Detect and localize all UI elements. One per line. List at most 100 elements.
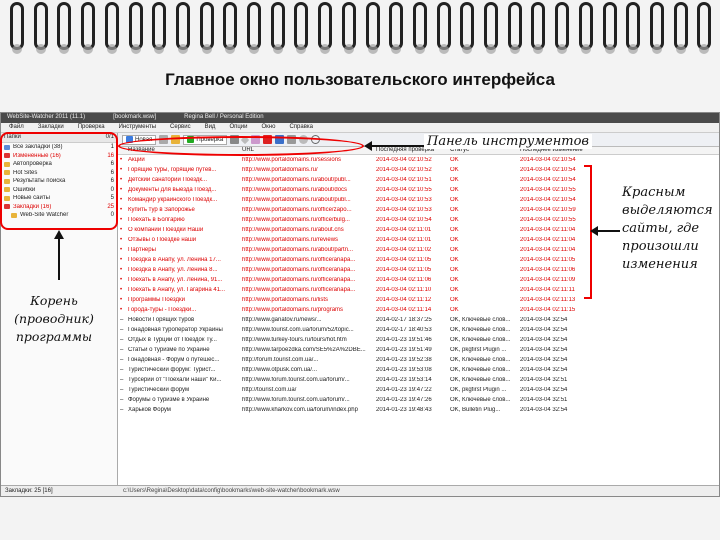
cell-name: Отзывы о Поездке наши	[128, 237, 197, 243]
cell-url: http://www.portaldomains.ru/about/partn.…	[242, 247, 354, 253]
spiral-ring	[318, 2, 333, 50]
annotation-line: изменения	[622, 257, 698, 272]
table-row[interactable]: – Харьков Форум http://www.kharkov.com.ua/…	[118, 405, 719, 415]
menu-item[interactable]: Справка	[289, 124, 313, 131]
cell-check: 2014-01-23 19:47:26	[376, 397, 432, 403]
cell-status: OK	[450, 307, 459, 313]
cell-changed: 2014-03-04 02:11:15	[520, 307, 576, 313]
table-row[interactable]: – Отдых в Турции от Поездок Ту... http://w…	[118, 335, 719, 345]
table-row[interactable]: • Горящие туры, горящие путев... http://ww…	[118, 165, 719, 175]
cell-status: OK	[450, 187, 459, 193]
cell-check: 2014-03-04 02:11:06	[376, 277, 432, 283]
cell-changed: 2014-03-04 32:54	[520, 407, 568, 413]
cell-check: 2014-03-04 02:11:12	[376, 297, 432, 303]
cell-name: Поездка в Анапу, ул. Ленина 8...	[128, 267, 218, 273]
cell-url: http://www.forum.tourist.com.ua/forum/..…	[242, 397, 350, 403]
cell-name: Туристический форум	[128, 387, 190, 393]
cell-status: OK, Ключевые слов...	[450, 377, 511, 383]
cell-changed: 2014-03-04 02:10:54	[520, 197, 576, 203]
table-row[interactable]: – Форумы о туризме в Украине http://www.fo…	[118, 395, 719, 405]
root-arrow-icon	[54, 230, 64, 280]
menu-item[interactable]: Инструменты	[119, 124, 156, 131]
cell-status: OK	[450, 247, 459, 253]
cell-url: http://www.portaldomains.ru/lists	[242, 297, 329, 303]
table-row[interactable]: – Статьи о туризме по Украине http://www.t…	[118, 345, 719, 355]
row-marker: –	[120, 397, 124, 403]
cell-changed: 2014-03-04 02:10:55	[520, 217, 576, 223]
table-row[interactable]: – Гонадовная туроператор Украины http://ww…	[118, 325, 719, 335]
spiral-ring	[57, 2, 72, 50]
cell-changed: 2014-03-04 02:11:06	[520, 267, 576, 273]
row-marker: •	[120, 207, 123, 213]
menu-item[interactable]: Закладки	[38, 124, 64, 131]
table-row[interactable]: – Гонадовная - Форум о путешес... http://f…	[118, 355, 719, 365]
cell-changed: 2014-03-04 32:54	[520, 337, 568, 343]
window-tab[interactable]: [bookmark.wsw]	[113, 114, 156, 122]
cell-changed: 2014-03-04 02:10:54	[520, 177, 576, 183]
menu-item[interactable]: Проверка	[78, 124, 105, 131]
row-marker: •	[120, 307, 123, 313]
spiral-ring	[10, 2, 24, 50]
annotation-line: Корень	[30, 293, 78, 308]
spiral-ring	[649, 2, 664, 50]
cell-name: Гонадовная туроператор Украины	[128, 327, 223, 333]
cell-url: http://www.portaldomains.ru/office/anapa…	[242, 287, 356, 293]
row-marker: •	[120, 167, 123, 173]
spiral-ring	[199, 2, 214, 50]
table-row[interactable]: – Новости Горящих туров http://www.ganatov…	[118, 315, 719, 325]
cell-name: Документы для выезда Поезд...	[128, 187, 217, 193]
cell-url: http://www.portaldomains.ru/about/docs	[242, 187, 348, 193]
cell-url: http://www.portaldomains.ru/programs	[242, 307, 344, 313]
row-marker: –	[120, 357, 124, 363]
table-row[interactable]: • Поехать в Анапу, ул. Гагарина 41... http…	[118, 285, 719, 295]
cell-url: http://www.portaldomains.ru/about/publ..…	[242, 177, 351, 183]
spiral-ring	[341, 2, 356, 50]
row-marker: •	[120, 197, 123, 203]
menu-item[interactable]: Окно	[262, 124, 276, 131]
cell-changed: 2014-03-04 02:10:59	[520, 207, 576, 213]
toolbar-annotation: Панель инструментов	[424, 134, 592, 149]
row-marker: •	[120, 157, 123, 163]
changed-rows-arrow-icon	[590, 226, 620, 236]
cell-status: OK, Bulletin Plug...	[450, 407, 501, 413]
cell-changed: 2014-03-04 32:54	[520, 387, 568, 393]
cell-status: OK, Ключевые слов...	[450, 327, 511, 333]
row-marker: •	[120, 277, 123, 283]
cell-check: 2014-02-17 18:40:53	[376, 327, 432, 333]
cell-url: http://www.portaldomains.ru/about.cns	[242, 227, 344, 233]
menu-item[interactable]: Опции	[229, 124, 247, 131]
cell-name: Поехать в Анапу, ул. Ленина, 91...	[128, 277, 223, 283]
table-row[interactable]: • Поехать в Анапу, ул. Ленина, 91... http:…	[118, 275, 719, 285]
cell-status: OK, Ключевые слов...	[450, 367, 511, 373]
spiral-ring	[697, 2, 712, 50]
row-marker: –	[120, 367, 124, 373]
spiral-ring	[673, 2, 688, 50]
cell-status: OK, Ключевые слов...	[450, 317, 511, 323]
cell-name: Города-туры - Поездки...	[128, 307, 197, 313]
row-marker: –	[120, 377, 124, 383]
cell-check: 2014-03-04 02:10:55	[376, 187, 432, 193]
cell-status: OK	[450, 197, 459, 203]
cell-changed: 2014-03-04 02:10:54	[520, 157, 576, 163]
cell-url: http://www.portaldomains.ru/sessions	[242, 157, 342, 163]
menu-item[interactable]: Вид	[205, 124, 216, 131]
spiral-ring	[270, 2, 285, 50]
table-row[interactable]: • Программы Поездки http://www.portaldomai…	[118, 295, 719, 305]
spiral-ring	[531, 2, 546, 50]
cell-url: http://tourist.com.ua/	[242, 387, 297, 393]
cell-status: OK, Ключевые слов...	[450, 397, 511, 403]
cell-check: 2014-03-04 02:11:10	[376, 287, 432, 293]
menu-item[interactable]: Файл	[9, 124, 24, 131]
table-row[interactable]: • Акции http://www.portaldomains.ru/sessio…	[118, 155, 719, 165]
table-row[interactable]: – Туристический форум: Турист... http://ww…	[118, 365, 719, 375]
table-row[interactable]: – Турсерии от "Поехали наши" Ки... http://…	[118, 375, 719, 385]
cell-name: Поехать в Болгарию	[128, 217, 185, 223]
table-row[interactable]: – Туристический форум http://tourist.com.u…	[118, 385, 719, 395]
cell-name: Отдых в Турции от Поездок Ту...	[128, 337, 217, 343]
menu-item[interactable]: Сервис	[170, 124, 191, 131]
table-row[interactable]: • Города-туры - Поездки... http://www.port…	[118, 305, 719, 315]
row-marker: •	[120, 287, 123, 293]
annotation-line: произошли	[622, 239, 699, 254]
cell-url: http://www.portaldomains.ru/office/anapa…	[242, 277, 356, 283]
cell-status: OK, pkgfirst Plugin ...	[450, 347, 507, 353]
